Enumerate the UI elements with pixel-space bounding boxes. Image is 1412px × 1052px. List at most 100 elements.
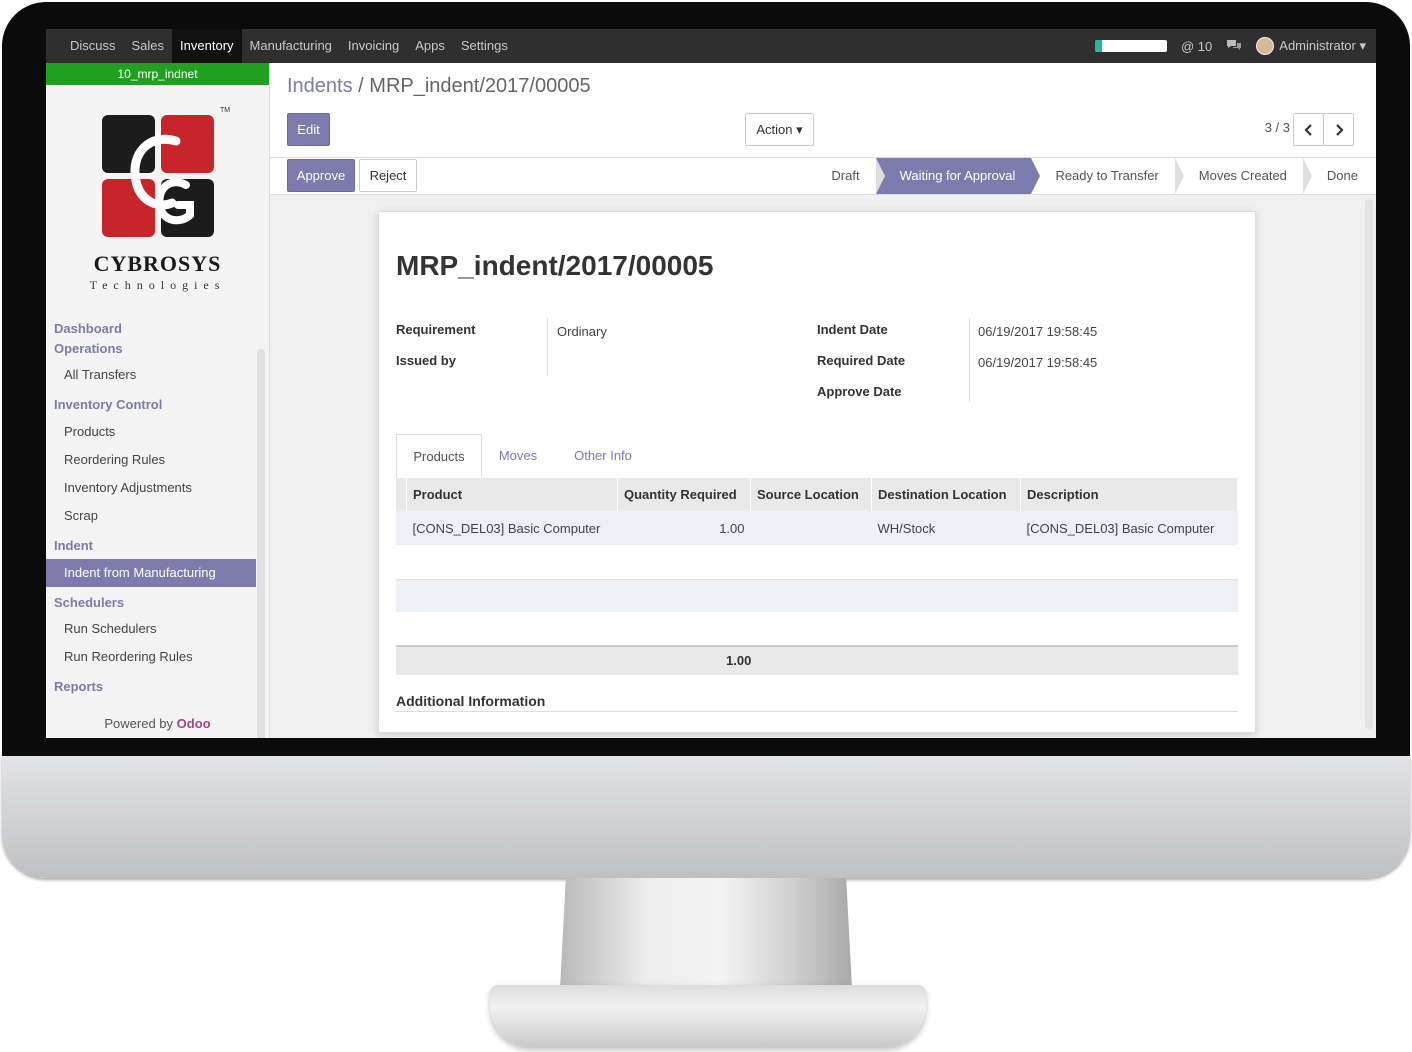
planner-progress-bar[interactable] [1095,40,1167,52]
cell-destination-location[interactable]: WH/Stock [871,511,1021,545]
app-menu: Discuss Sales Inventory Manufacturing In… [62,29,516,63]
pager-previous-button[interactable] [1293,113,1324,146]
form-sheet: MRP_indent/2017/00005 Requirement Ordina… [378,211,1256,733]
user-menu[interactable]: Administrator ▾ [1256,37,1366,55]
pager-counter: 3 / 3 [1264,120,1290,135]
sidebar-item-dashboard[interactable]: Dashboard [46,319,256,339]
sidebar-scrollbar[interactable] [257,349,265,738]
monitor-chin [2,756,1410,878]
sidebar-item-scrap[interactable]: Scrap [46,502,256,530]
approve-button[interactable]: Approve [287,159,355,192]
issued-by-label: Issued by [396,353,456,368]
record-title: MRP_indent/2017/00005 [396,250,714,281]
powered-by-label: Powered by [104,716,174,731]
top-navbar: Discuss Sales Inventory Manufacturing In… [46,29,1376,63]
stage-moves-created[interactable]: Moves Created [1174,158,1313,194]
sidebar-item-reports[interactable]: Reports [46,677,256,697]
company-logo: TM CYBROSYS Technologies [46,85,269,297]
tab-other-info[interactable]: Other Info [566,434,640,478]
edit-button[interactable]: Edit [287,113,330,146]
stage-waiting-for-approval[interactable]: Waiting for Approval [875,158,1041,194]
requirement-label: Requirement [396,322,476,337]
sidebar-item-run-schedulers[interactable]: Run Schedulers [46,615,256,643]
column-destination-location[interactable]: Destination Location [871,478,1021,511]
menu-invoicing[interactable]: Invoicing [340,29,407,63]
form-view: MRP_indent/2017/00005 Requirement Ordina… [270,195,1376,738]
notifications-counter[interactable]: @ 10 [1181,39,1212,54]
total-quantity: 1.00 [726,653,752,668]
trademark-symbol: TM [220,107,231,114]
cell-quantity[interactable]: 1.00 [617,511,751,545]
monitor-stand-base [490,985,926,1047]
tab-products[interactable]: Products [396,434,482,478]
avatar [1256,37,1275,55]
approve-date-label: Approve Date [817,384,902,399]
cybrosys-logo-mark [102,115,216,239]
empty-table-row [396,579,1238,612]
notebook-tabs: Products Moves Other Info [396,434,1238,479]
row-handle [396,511,407,545]
logo-company-name: CYBROSYS [93,251,222,276]
product-lines-table: Product Quantity Required Source Locatio… [396,478,1238,545]
tab-moves[interactable]: Moves [492,434,544,478]
status-bar: Approve Reject Draft Waiting for Approva… [270,158,1376,195]
menu-manufacturing[interactable]: Manufacturing [242,29,340,63]
main-scrollbar[interactable] [1365,199,1373,729]
requirement-field[interactable]: Ordinary [557,324,607,339]
stage-ready-to-transfer[interactable]: Ready to Transfer [1031,158,1185,194]
sidebar-item-all-transfers[interactable]: All Transfers [46,361,256,389]
reject-button[interactable]: Reject [359,159,417,192]
chevron-right-icon [1335,124,1344,136]
required-date-field[interactable]: 06/19/2017 19:58:45 [978,355,1097,370]
sidebar-item-products[interactable]: Products [46,418,256,446]
stage-draft[interactable]: Draft [817,158,885,194]
table-header-row: Product Quantity Required Source Locatio… [396,478,1238,511]
column-description[interactable]: Description [1020,478,1238,511]
workflow-stages: Draft Waiting for Approval Ready to Tran… [817,158,1376,194]
field-divider [969,318,970,402]
required-date-label: Required Date [817,353,906,368]
separator [396,711,1238,712]
breadcrumb-current: MRP_indent/2017/00005 [369,75,591,97]
menu-discuss[interactable]: Discuss [62,29,124,63]
sidebar-item-inventory-adjustments[interactable]: Inventory Adjustments [46,474,256,502]
cell-description[interactable]: [CONS_DEL03] Basic Computer [1020,511,1238,545]
indent-date-label: Indent Date [817,322,888,337]
screen: Discuss Sales Inventory Manufacturing In… [46,29,1376,738]
sidebar-section-operations: Operations [54,341,123,356]
breadcrumb: Indents / MRP_indent/2017/00005 [287,75,591,98]
column-source-location[interactable]: Source Location [750,478,872,511]
stage-done[interactable]: Done [1302,158,1376,194]
action-dropdown-button[interactable]: Action ▾ [745,113,814,146]
table-row[interactable]: [CONS_DEL03] Basic Computer 1.00 WH/Stoc… [396,511,1238,545]
sidebar: 10_mrp_indnet TM CYBROSYS Technologies D… [46,63,270,738]
chevron-left-icon [1303,124,1312,136]
cell-product[interactable]: [CONS_DEL03] Basic Computer [406,511,618,545]
column-product[interactable]: Product [406,478,618,511]
cell-source-location[interactable] [750,511,872,545]
chat-icon[interactable] [1226,38,1242,55]
menu-settings[interactable]: Settings [453,29,516,63]
indent-date-field[interactable]: 06/19/2017 19:58:45 [978,324,1097,339]
menu-inventory[interactable]: Inventory [172,29,242,63]
breadcrumb-indents[interactable]: Indents [287,75,353,97]
powered-by: Powered by Odoo [46,716,269,731]
sidebar-nav: Dashboard Operations All Transfers Inven… [46,319,256,697]
odoo-link[interactable]: Odoo [177,716,211,731]
pager-next-button[interactable] [1323,113,1354,146]
logo-company-subtitle: Technologies [89,278,226,292]
menu-sales[interactable]: Sales [124,29,173,63]
sidebar-section-inventory-control: Inventory Control [54,397,163,412]
monitor-stand-neck [560,878,852,988]
systray: @ 10 Administrator ▾ [1095,29,1366,63]
control-panel: Indents / MRP_indent/2017/00005 Edit Act… [270,63,1376,158]
sidebar-item-reordering-rules[interactable]: Reordering Rules [46,446,256,474]
sidebar-item-run-reordering-rules[interactable]: Run Reordering Rules [46,643,256,671]
field-divider [547,318,548,376]
sidebar-section-schedulers: Schedulers [54,595,125,610]
column-quantity-required[interactable]: Quantity Required [617,478,751,511]
menu-apps[interactable]: Apps [407,29,453,63]
sidebar-item-indent-from-manufacturing[interactable]: Indent from Manufacturing [46,559,256,587]
progress-fill [1095,40,1103,52]
database-name: 10_mrp_indnet [46,63,269,85]
